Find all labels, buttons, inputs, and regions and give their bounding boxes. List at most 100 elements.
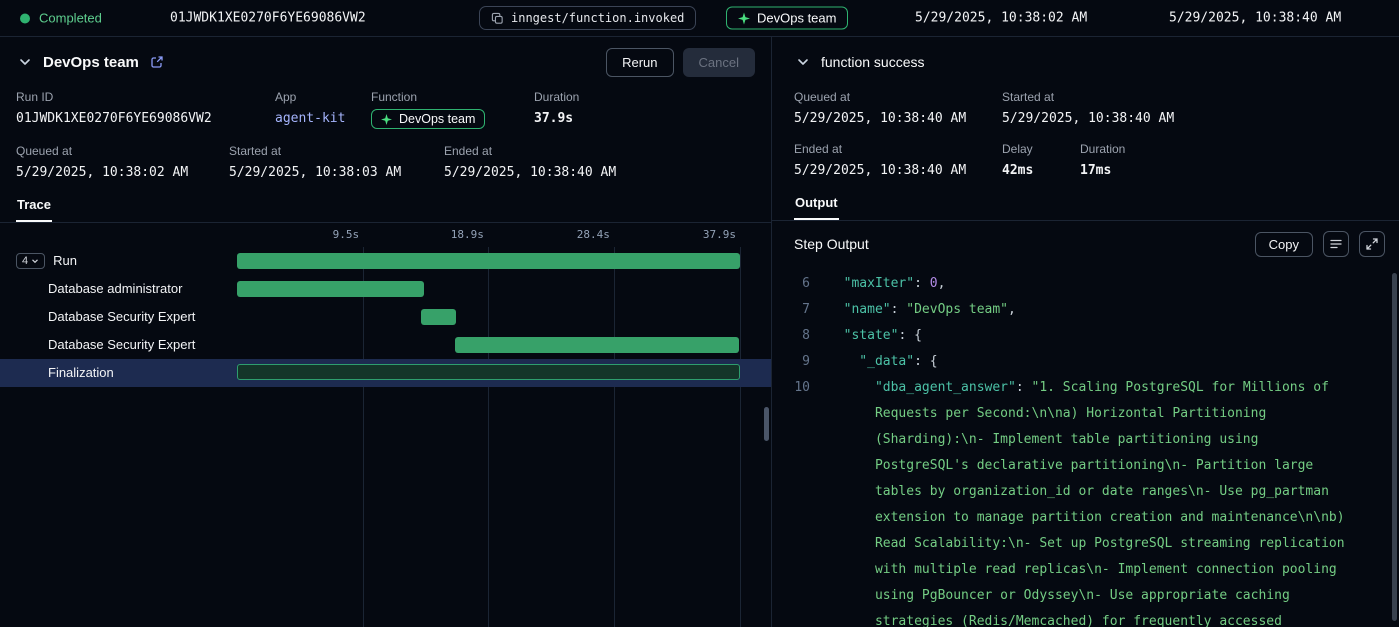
- run-queued-timestamp: 5/29/2025, 10:38:02 AM: [915, 11, 1087, 26]
- axis-tick-label: 37.9s: [703, 228, 736, 241]
- duration-field: Duration 37.9s: [534, 90, 755, 130]
- trace-span-bar[interactable]: [237, 364, 740, 380]
- field-label: Delay: [1002, 142, 1080, 156]
- row-expand-toggle[interactable]: 4: [16, 253, 45, 269]
- trace-row[interactable]: Finalization: [0, 359, 771, 387]
- code-text: "name": "DevOps team",: [828, 297, 1399, 323]
- run-panel-header: DevOps team Rerun Cancel: [0, 37, 771, 83]
- field-label: Run ID: [16, 90, 275, 104]
- trace-span-bar[interactable]: [237, 281, 424, 297]
- trace-row[interactable]: Database administrator: [0, 275, 771, 303]
- trace-row[interactable]: Database Security Expert: [0, 303, 771, 331]
- started-field: Started at 5/29/2025, 10:38:03 AM: [229, 144, 444, 182]
- line-number: 9: [786, 349, 810, 375]
- output-toolbar: Step Output Copy: [772, 221, 1399, 267]
- line-number: 6: [786, 271, 810, 297]
- function-value-badge[interactable]: DevOps team: [371, 109, 485, 129]
- trace-row[interactable]: 4 Run: [0, 247, 771, 275]
- run-details-row-1: Run ID 01JWDK1XE0270F6YE69086VW2 App age…: [0, 83, 771, 137]
- field-label: Ended at: [444, 144, 755, 158]
- field-label: Started at: [1002, 90, 1383, 104]
- code-text: "maxIter": 0,: [828, 271, 1399, 297]
- trace-span-bar[interactable]: [421, 309, 456, 325]
- ended-value: 5/29/2025, 10:38:40 AM: [444, 163, 755, 182]
- step-queued-value: 5/29/2025, 10:38:40 AM: [794, 109, 1002, 128]
- axis-tick-label: 18.9s: [451, 228, 484, 241]
- trigger-event-label: inngest/function.invoked: [511, 11, 684, 25]
- trace-span-bar[interactable]: [237, 253, 740, 269]
- code-text: "_data": {: [828, 349, 1399, 375]
- trigger-event-badge[interactable]: inngest/function.invoked: [479, 6, 696, 30]
- run-status-bar: Completed 01JWDK1XE0270F6YE69086VW2 inng…: [0, 0, 1399, 37]
- code-line: 8"state": {: [786, 323, 1399, 349]
- app-link[interactable]: agent-kit: [275, 109, 371, 128]
- cancel-button[interactable]: Cancel: [683, 48, 755, 77]
- sparkle-icon: [738, 12, 750, 24]
- code-line: 7 "name": "DevOps team",: [786, 297, 1399, 323]
- step-output-code[interactable]: 6 "maxIter": 0, 7 "name": "DevOps team",8"s…: [772, 267, 1399, 627]
- step-delay-field: Delay 42ms: [1002, 142, 1080, 180]
- copy-icon: [491, 12, 504, 25]
- step-queued-field: Queued at 5/29/2025, 10:38:40 AM: [794, 90, 1002, 128]
- child-count: 4: [22, 255, 28, 267]
- trace-bar-area: [237, 275, 740, 303]
- open-function-link[interactable]: [148, 53, 166, 71]
- function-badge-label: DevOps team: [757, 11, 836, 26]
- sparkle-icon: [381, 114, 392, 125]
- field-label: Function: [371, 90, 534, 104]
- tab-trace[interactable]: Trace: [16, 189, 52, 222]
- status-label: Completed: [39, 11, 102, 26]
- code-line: 10"dba_agent_answer": "1. Scaling Postgr…: [786, 375, 1399, 627]
- trace-row-label: Database Security Expert: [0, 303, 237, 331]
- run-details-row-2: Queued at 5/29/2025, 10:38:02 AM Started…: [0, 137, 771, 189]
- run-tabs: Trace: [0, 189, 771, 223]
- function-badge[interactable]: DevOps team: [726, 7, 848, 30]
- run-details-panel: DevOps team Rerun Cancel Run ID 01JWDK1X…: [0, 37, 772, 627]
- trace-waterfall: 9.5s18.9s28.4s37.9s 4RunDatabase adminis…: [0, 223, 771, 627]
- trace-span-bar[interactable]: [455, 337, 739, 353]
- copy-output-button[interactable]: Copy: [1255, 232, 1313, 257]
- trace-scrollbar[interactable]: [764, 407, 769, 441]
- trace-row-label: Database administrator: [0, 275, 237, 303]
- code-text: "dba_agent_answer": "1. Scaling PostgreS…: [828, 375, 1399, 627]
- field-label: Queued at: [794, 90, 1002, 104]
- trace-axis: 9.5s18.9s28.4s37.9s: [237, 223, 740, 247]
- step-name: Run: [53, 253, 77, 268]
- step-details-row-2: Ended at 5/29/2025, 10:38:40 AM Delay 42…: [772, 135, 1399, 187]
- step-output-title: Step Output: [794, 236, 869, 252]
- ended-field: Ended at 5/29/2025, 10:38:40 AM: [444, 144, 755, 182]
- step-duration-field: Duration 17ms: [1080, 142, 1383, 180]
- step-name: Database administrator: [48, 281, 182, 296]
- code-line: 9 "_data": {: [786, 349, 1399, 375]
- run-id-value: 01JWDK1XE0270F6YE69086VW2: [16, 109, 275, 128]
- trace-rows: 4 Run Database administrator Database Secur…: [0, 247, 771, 387]
- tab-output[interactable]: Output: [794, 187, 839, 220]
- trace-bar-area: [237, 303, 740, 331]
- trace-row-label: 4 Run: [0, 247, 237, 275]
- step-details-panel: function success Queued at 5/29/2025, 10…: [772, 37, 1399, 627]
- function-value-label: DevOps team: [399, 112, 475, 126]
- expand-output-button[interactable]: [1359, 231, 1385, 257]
- step-panel-header: function success: [772, 37, 1399, 83]
- field-label: Ended at: [794, 142, 1002, 156]
- trace-row[interactable]: Database Security Expert: [0, 331, 771, 359]
- started-value: 5/29/2025, 10:38:03 AM: [229, 163, 444, 182]
- line-number: 7: [786, 297, 810, 323]
- run-title: DevOps team: [43, 54, 139, 71]
- run-status: Completed: [20, 11, 102, 26]
- collapse-run-button[interactable]: [16, 53, 34, 71]
- word-wrap-button[interactable]: [1323, 231, 1349, 257]
- duration-value: 37.9s: [534, 109, 755, 128]
- trace-bar-area: [237, 331, 740, 359]
- output-scrollbar[interactable]: [1392, 273, 1397, 621]
- field-label: Queued at: [16, 144, 229, 158]
- field-label: App: [275, 90, 371, 104]
- collapse-step-button[interactable]: [794, 53, 812, 71]
- rerun-button[interactable]: Rerun: [606, 48, 673, 77]
- axis-tick-label: 9.5s: [333, 228, 360, 241]
- line-number: 8: [786, 323, 810, 349]
- step-name: Database Security Expert: [48, 309, 195, 324]
- step-started-field: Started at 5/29/2025, 10:38:40 AM: [1002, 90, 1383, 128]
- trace-bar-area: [237, 359, 740, 387]
- field-label: Started at: [229, 144, 444, 158]
